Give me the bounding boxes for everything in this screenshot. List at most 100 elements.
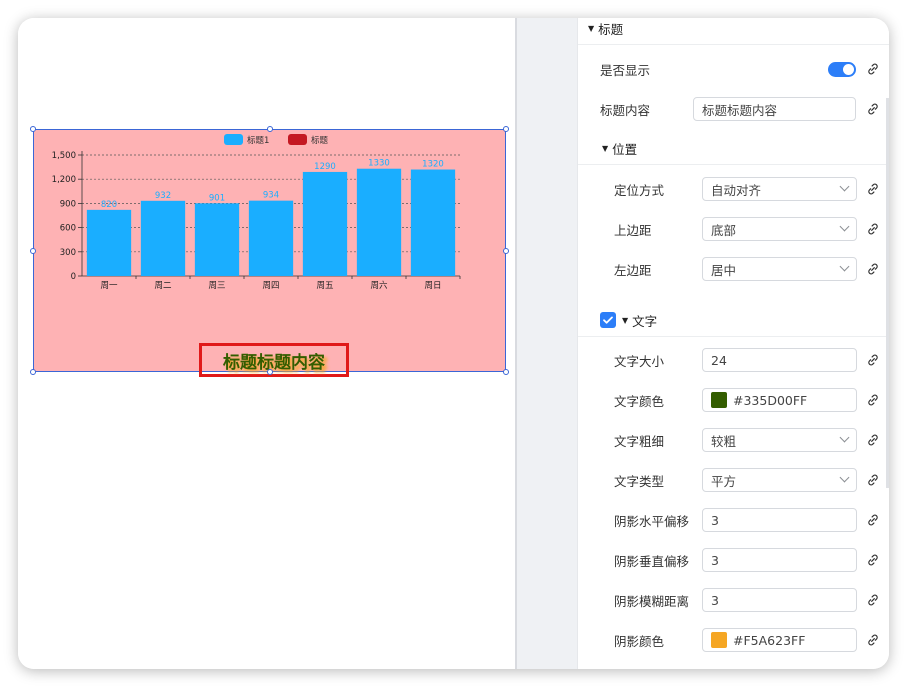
shadow-color-input[interactable]: #F5A623FF (702, 628, 857, 652)
resize-handle-tl[interactable] (30, 126, 36, 132)
top-margin-label: 上边距 (614, 222, 652, 238)
chart-title-box[interactable]: 标题标题内容 (199, 343, 349, 377)
content-value: 标题标题内容 (702, 102, 778, 118)
caret-down-icon: ▼ (602, 143, 609, 153)
bar-chart: 0 300 600 900 1,200 1,500 820 周一 932 周二 901 周三 934 周四… (52, 134, 461, 291)
top-margin-row: 上边距 底部 (578, 214, 889, 244)
shadow-y-value: 3 (711, 552, 719, 568)
color-value: #335D00FF (733, 392, 808, 408)
content-input[interactable]: 标题标题内容 (693, 97, 856, 121)
mode-row: 定位方式 自动对齐 (578, 174, 889, 204)
weight-label: 文字粗细 (614, 433, 665, 449)
x-tick-label: 周五 (316, 281, 334, 291)
link-icon[interactable] (866, 553, 880, 567)
shadow-color-swatch[interactable] (711, 632, 727, 648)
chart-title: 标题标题内容 (223, 352, 325, 373)
bar-value-label: 820 (101, 200, 117, 210)
link-icon[interactable] (866, 102, 880, 116)
resize-handle-tr[interactable] (503, 126, 509, 132)
resize-handle-tc[interactable] (267, 126, 273, 132)
checkmark-icon (603, 316, 613, 324)
chevron-down-icon (839, 472, 850, 483)
x-tick-label: 周六 (370, 280, 388, 291)
shadow-blur-input[interactable]: 3 (702, 588, 857, 612)
size-input[interactable]: 24 (702, 348, 857, 372)
shadow-color-label: 阴影颜色 (614, 633, 665, 649)
shadow-y-input[interactable]: 3 (702, 548, 857, 572)
link-icon[interactable] (866, 393, 880, 407)
size-value: 24 (711, 352, 727, 368)
canvas-pane: 0 300 600 900 1,200 1,500 820 周一 932 周二 901 周三 934 周四… (18, 18, 515, 669)
weight-select[interactable]: 较粗 (702, 428, 857, 452)
x-tick-label: 周一 (100, 281, 118, 291)
toggle-knob (843, 64, 854, 75)
caret-down-icon: ▼ (622, 315, 629, 325)
shadow-x-row: 阴影水平偏移 3 (578, 505, 889, 535)
mode-select[interactable]: 自动对齐 (702, 177, 857, 201)
link-icon[interactable] (866, 222, 880, 236)
resize-handle-bl[interactable] (30, 369, 36, 375)
show-toggle[interactable] (828, 62, 856, 77)
resize-handle-ml[interactable] (30, 248, 36, 254)
x-tick-label: 周三 (208, 281, 225, 291)
color-swatch[interactable] (711, 392, 727, 408)
bar-value-label: 1330 (368, 159, 390, 169)
shadow-blur-value: 3 (711, 592, 719, 608)
bar-value-label: 901 (209, 193, 225, 203)
link-icon[interactable] (866, 513, 880, 527)
position-section-label: 位置 (612, 141, 638, 157)
shadow-blur-label: 阴影模糊距离 (614, 593, 690, 609)
text-section-label: 文字 (632, 313, 658, 329)
bar (86, 209, 132, 276)
bar-value-label: 1320 (422, 160, 444, 170)
chevron-down-icon (839, 181, 850, 192)
x-tick-label: 周日 (424, 281, 441, 291)
divider (578, 164, 889, 165)
legend-swatch (288, 134, 307, 145)
shadow-y-label: 阴影垂直偏移 (614, 553, 690, 569)
top-margin-value: 底部 (711, 222, 737, 238)
position-section-header[interactable]: ▼ 位置 (578, 134, 889, 162)
color-label: 文字颜色 (614, 393, 665, 409)
link-icon[interactable] (866, 182, 880, 196)
top-margin-select[interactable]: 底部 (702, 217, 857, 241)
content-label: 标题内容 (600, 102, 651, 118)
size-label: 文字大小 (614, 353, 665, 369)
link-icon[interactable] (866, 62, 880, 76)
y-tick-label: 600 (60, 224, 76, 234)
color-input[interactable]: #335D00FF (702, 388, 857, 412)
font-type-value: 平方 (711, 473, 737, 489)
left-margin-value: 居中 (711, 262, 737, 278)
link-icon[interactable] (866, 593, 880, 607)
bar (302, 171, 348, 276)
shadow-x-input[interactable]: 3 (702, 508, 857, 532)
y-tick-label: 1,500 (52, 151, 76, 161)
text-section-header[interactable]: ▼ 文字 (578, 306, 889, 334)
section-title-header[interactable]: ▼ 标题 (578, 18, 889, 42)
font-type-select[interactable]: 平方 (702, 468, 857, 492)
link-icon[interactable] (866, 353, 880, 367)
chart-widget[interactable]: 0 300 600 900 1,200 1,500 820 周一 932 周二 901 周三 934 周四… (30, 126, 509, 377)
bar (140, 200, 186, 276)
text-section-checkbox[interactable] (600, 312, 616, 328)
mode-label: 定位方式 (614, 182, 665, 198)
content-row: 标题内容 标题标题内容 (578, 94, 889, 124)
shadow-x-label: 阴影水平偏移 (614, 513, 690, 529)
link-icon[interactable] (866, 473, 880, 487)
section-title-label: 标题 (598, 21, 624, 37)
show-label: 是否显示 (600, 62, 651, 78)
properties-panel: ▼ 标题 是否显示 标题内容 标题标题内容 ▼ 位置 定位方式 自动对齐 上边距… (577, 18, 889, 669)
resize-handle-bc[interactable] (267, 369, 273, 375)
left-margin-select[interactable]: 居中 (702, 257, 857, 281)
shadow-x-value: 3 (711, 512, 719, 528)
link-icon[interactable] (866, 433, 880, 447)
size-row: 文字大小 24 (578, 345, 889, 375)
shadow-blur-row: 阴影模糊距离 3 (578, 585, 889, 615)
weight-value: 较粗 (711, 433, 737, 449)
link-icon[interactable] (866, 262, 880, 276)
resize-handle-mr[interactable] (503, 248, 509, 254)
link-icon[interactable] (866, 633, 880, 647)
panel-scrollbar[interactable] (886, 98, 889, 488)
y-tick-label: 300 (60, 248, 76, 258)
resize-handle-br[interactable] (503, 369, 509, 375)
